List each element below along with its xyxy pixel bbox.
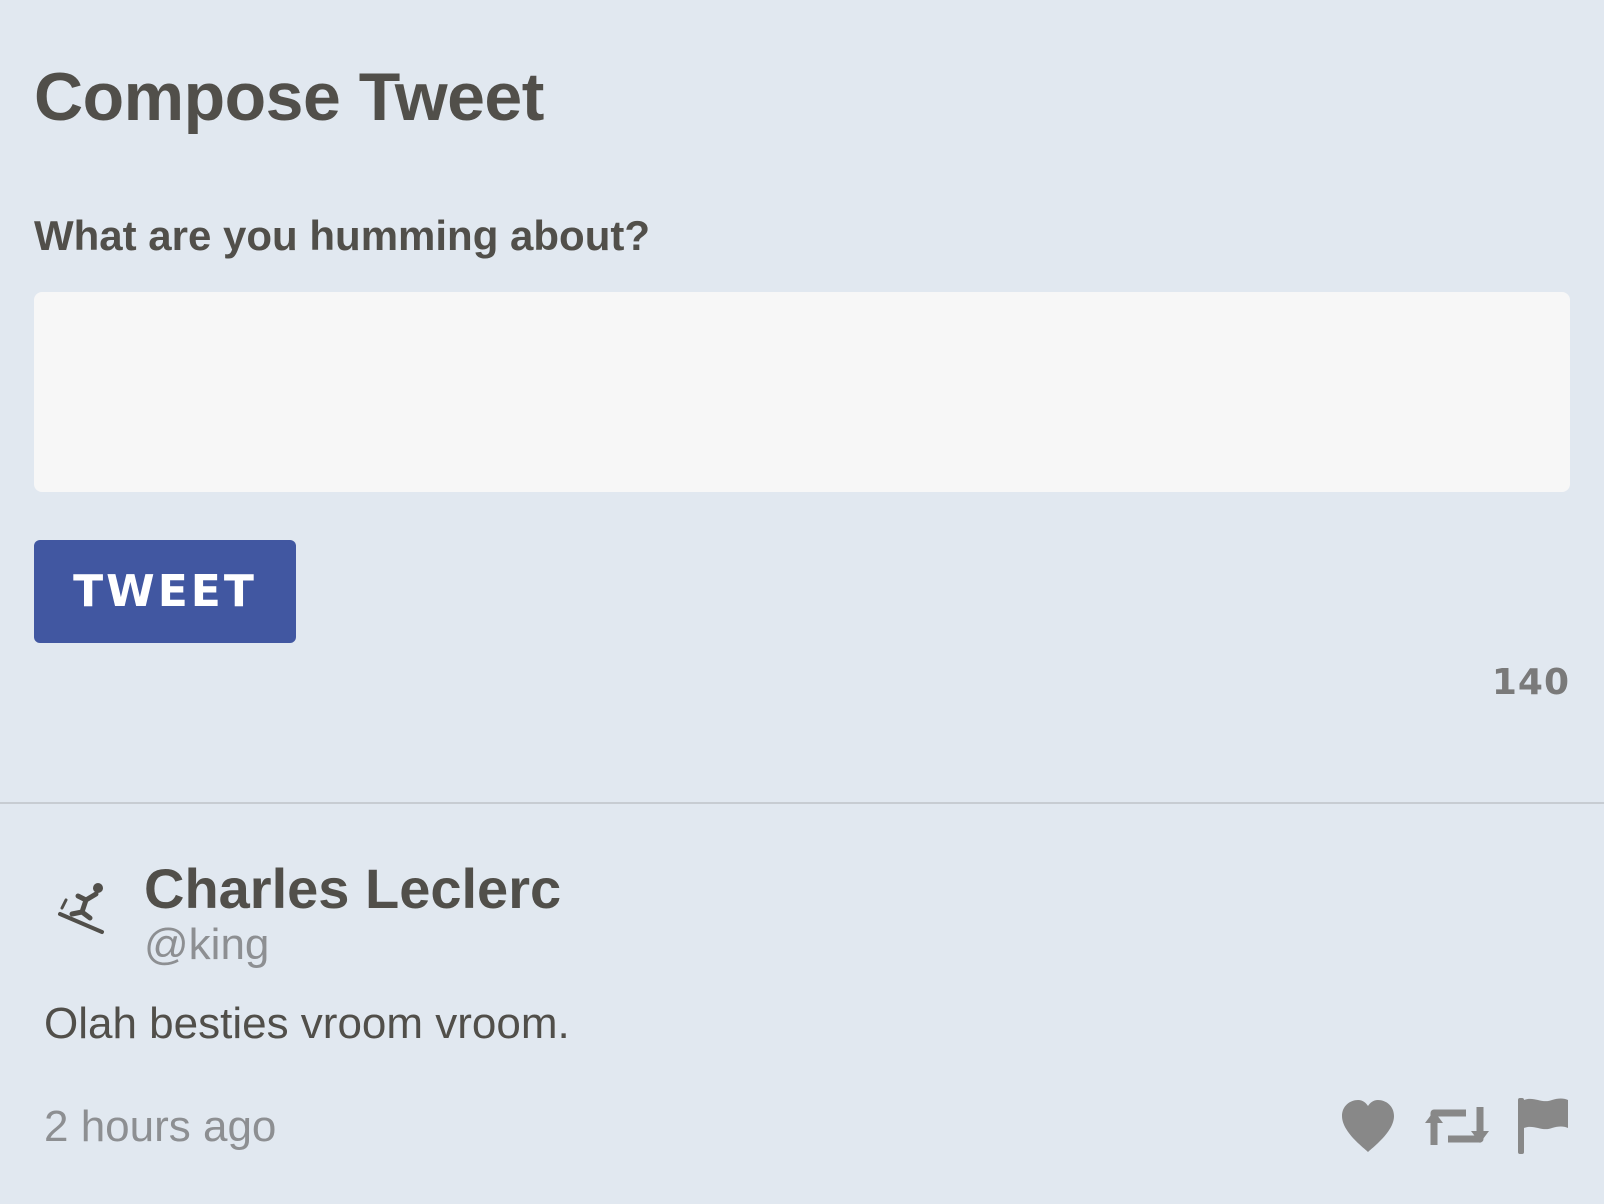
- tweet-card: Charles Leclerc @king Olah besties vroom…: [0, 804, 1604, 1204]
- flag-icon[interactable]: [1516, 1096, 1570, 1161]
- tweet-timestamp: 2 hours ago: [44, 1102, 277, 1151]
- snowboarder-icon: [52, 874, 116, 938]
- retweet-icon[interactable]: [1424, 1101, 1490, 1156]
- author-name[interactable]: Charles Leclerc: [144, 856, 561, 921]
- tweet-text: Olah besties vroom vroom.: [44, 999, 570, 1048]
- tweet-actions: [1338, 1096, 1570, 1161]
- character-count: 140: [1491, 662, 1570, 703]
- heart-icon[interactable]: [1338, 1098, 1398, 1159]
- compose-title: Compose Tweet: [34, 59, 544, 135]
- tweet-input[interactable]: [34, 292, 1570, 492]
- compose-section: Compose Tweet What are you humming about…: [0, 0, 1604, 802]
- tweet-button[interactable]: TWEET: [34, 540, 296, 643]
- compose-label: What are you humming about?: [34, 212, 650, 259]
- author-handle[interactable]: @king: [144, 920, 269, 970]
